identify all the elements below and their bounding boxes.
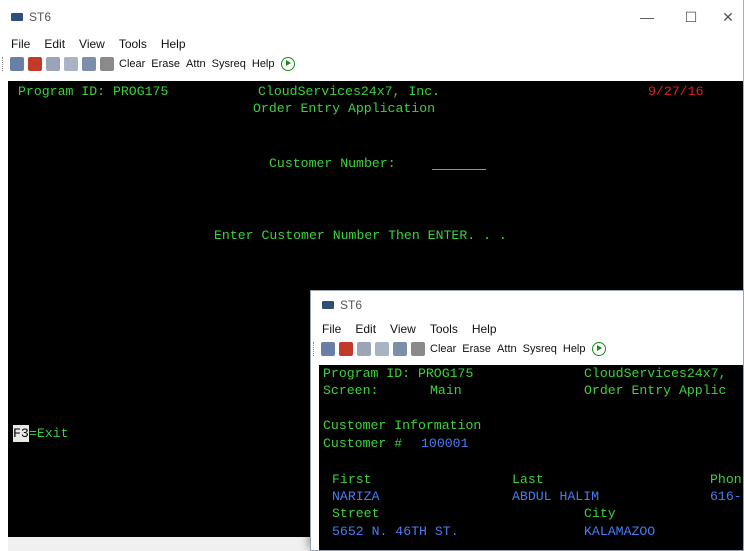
new-session-icon[interactable]	[321, 341, 335, 356]
minimize-button[interactable]: —	[625, 0, 669, 34]
main-toolbar: Clear Erase Attn Sysreq Help	[0, 54, 743, 73]
menu-edit[interactable]: Edit	[37, 37, 72, 51]
main-menu-bar: File Edit View Tools Help	[0, 34, 743, 54]
street-value: 5652 N. 46TH ST.	[332, 524, 459, 539]
street-header: Street	[332, 506, 380, 521]
city-header: City	[584, 506, 616, 521]
paste-icon[interactable]	[375, 341, 389, 356]
enter-prompt: Enter Customer Number Then ENTER. . .	[214, 228, 507, 243]
section-title: Customer Information	[323, 418, 482, 433]
menu-edit[interactable]: Edit	[348, 322, 383, 336]
menu-help[interactable]: Help	[465, 322, 504, 336]
screen-value: Main	[430, 383, 462, 398]
copy-icon[interactable]	[357, 341, 371, 356]
run-play-icon[interactable]	[591, 341, 606, 356]
customer-number-label: Customer Number:	[269, 156, 396, 171]
f3-exit-label: =Exit	[29, 426, 69, 441]
attn-button[interactable]: Attn	[183, 58, 209, 70]
program-id: Program ID: PROG175	[18, 84, 169, 99]
screen-label: Screen:	[323, 383, 379, 398]
program-id: Program ID: PROG175	[323, 366, 474, 381]
last-name-value: ABDUL HALIM	[512, 489, 600, 504]
company-name: CloudServices24x7, Inc.	[258, 84, 441, 99]
first-name-header: First	[332, 472, 372, 487]
disconnect-icon[interactable]	[339, 341, 353, 356]
erase-button[interactable]: Erase	[459, 343, 494, 355]
help-button[interactable]: Help	[249, 58, 278, 70]
first-name-value: NARIZA	[332, 489, 380, 504]
customer-number-value: 100001	[421, 436, 469, 451]
sub-toolbar: Clear Erase Attn Sysreq Help	[311, 339, 743, 358]
toolbar-grip[interactable]	[313, 341, 316, 356]
new-session-icon[interactable]	[10, 56, 24, 71]
clear-button[interactable]: Clear	[427, 343, 459, 355]
customer-number-input[interactable]	[432, 155, 486, 170]
menu-tools[interactable]: Tools	[112, 37, 154, 51]
customer-number-label: Customer #	[323, 436, 403, 451]
screen-date: 9/27/16	[648, 84, 704, 99]
company-name: CloudServices24x7,	[584, 366, 727, 381]
application-name: Order Entry Applic	[584, 383, 727, 398]
terminal-app-icon	[11, 13, 23, 21]
window-title: ST6	[29, 10, 52, 24]
sub-title-bar[interactable]: ST6	[311, 291, 743, 319]
menu-tools[interactable]: Tools	[423, 322, 465, 336]
print-icon[interactable]	[393, 341, 407, 356]
attn-button[interactable]: Attn	[494, 343, 520, 355]
terminal-app-icon	[322, 301, 334, 309]
run-play-icon[interactable]	[280, 56, 295, 71]
menu-view[interactable]: View	[383, 322, 423, 336]
phone-value: 616-	[710, 489, 742, 504]
copy-icon[interactable]	[46, 56, 60, 71]
print-icon[interactable]	[82, 56, 96, 71]
f3-key[interactable]: F3	[13, 425, 29, 442]
sub-terminal-screen[interactable]: Program ID: PROG175 CloudServices24x7, S…	[319, 365, 743, 550]
close-button[interactable]: ✕	[713, 0, 743, 34]
erase-button[interactable]: Erase	[148, 58, 183, 70]
menu-file[interactable]: File	[4, 37, 37, 51]
macro-icon[interactable]	[100, 56, 114, 71]
application-name: Order Entry Application	[253, 101, 436, 116]
menu-help[interactable]: Help	[154, 37, 193, 51]
menu-file[interactable]: File	[315, 322, 348, 336]
toolbar-grip[interactable]	[2, 56, 5, 71]
sysreq-button[interactable]: Sysreq	[520, 343, 560, 355]
macro-icon[interactable]	[411, 341, 425, 356]
maximize-button[interactable]: ☐	[669, 0, 713, 34]
help-button[interactable]: Help	[560, 343, 589, 355]
clear-button[interactable]: Clear	[116, 58, 148, 70]
paste-icon[interactable]	[64, 56, 78, 71]
secondary-terminal-window: ST6 File Edit View Tools Help Clear Eras…	[310, 290, 744, 551]
window-title: ST6	[340, 298, 363, 312]
menu-view[interactable]: View	[72, 37, 112, 51]
phone-header: Phon	[710, 472, 742, 487]
last-name-header: Last	[512, 472, 544, 487]
sysreq-button[interactable]: Sysreq	[209, 58, 249, 70]
disconnect-icon[interactable]	[28, 56, 42, 71]
sub-menu-bar: File Edit View Tools Help	[311, 319, 743, 339]
city-value: KALAMAZOO	[584, 524, 656, 539]
main-title-bar[interactable]: ST6 — ☐ ✕	[0, 0, 743, 34]
